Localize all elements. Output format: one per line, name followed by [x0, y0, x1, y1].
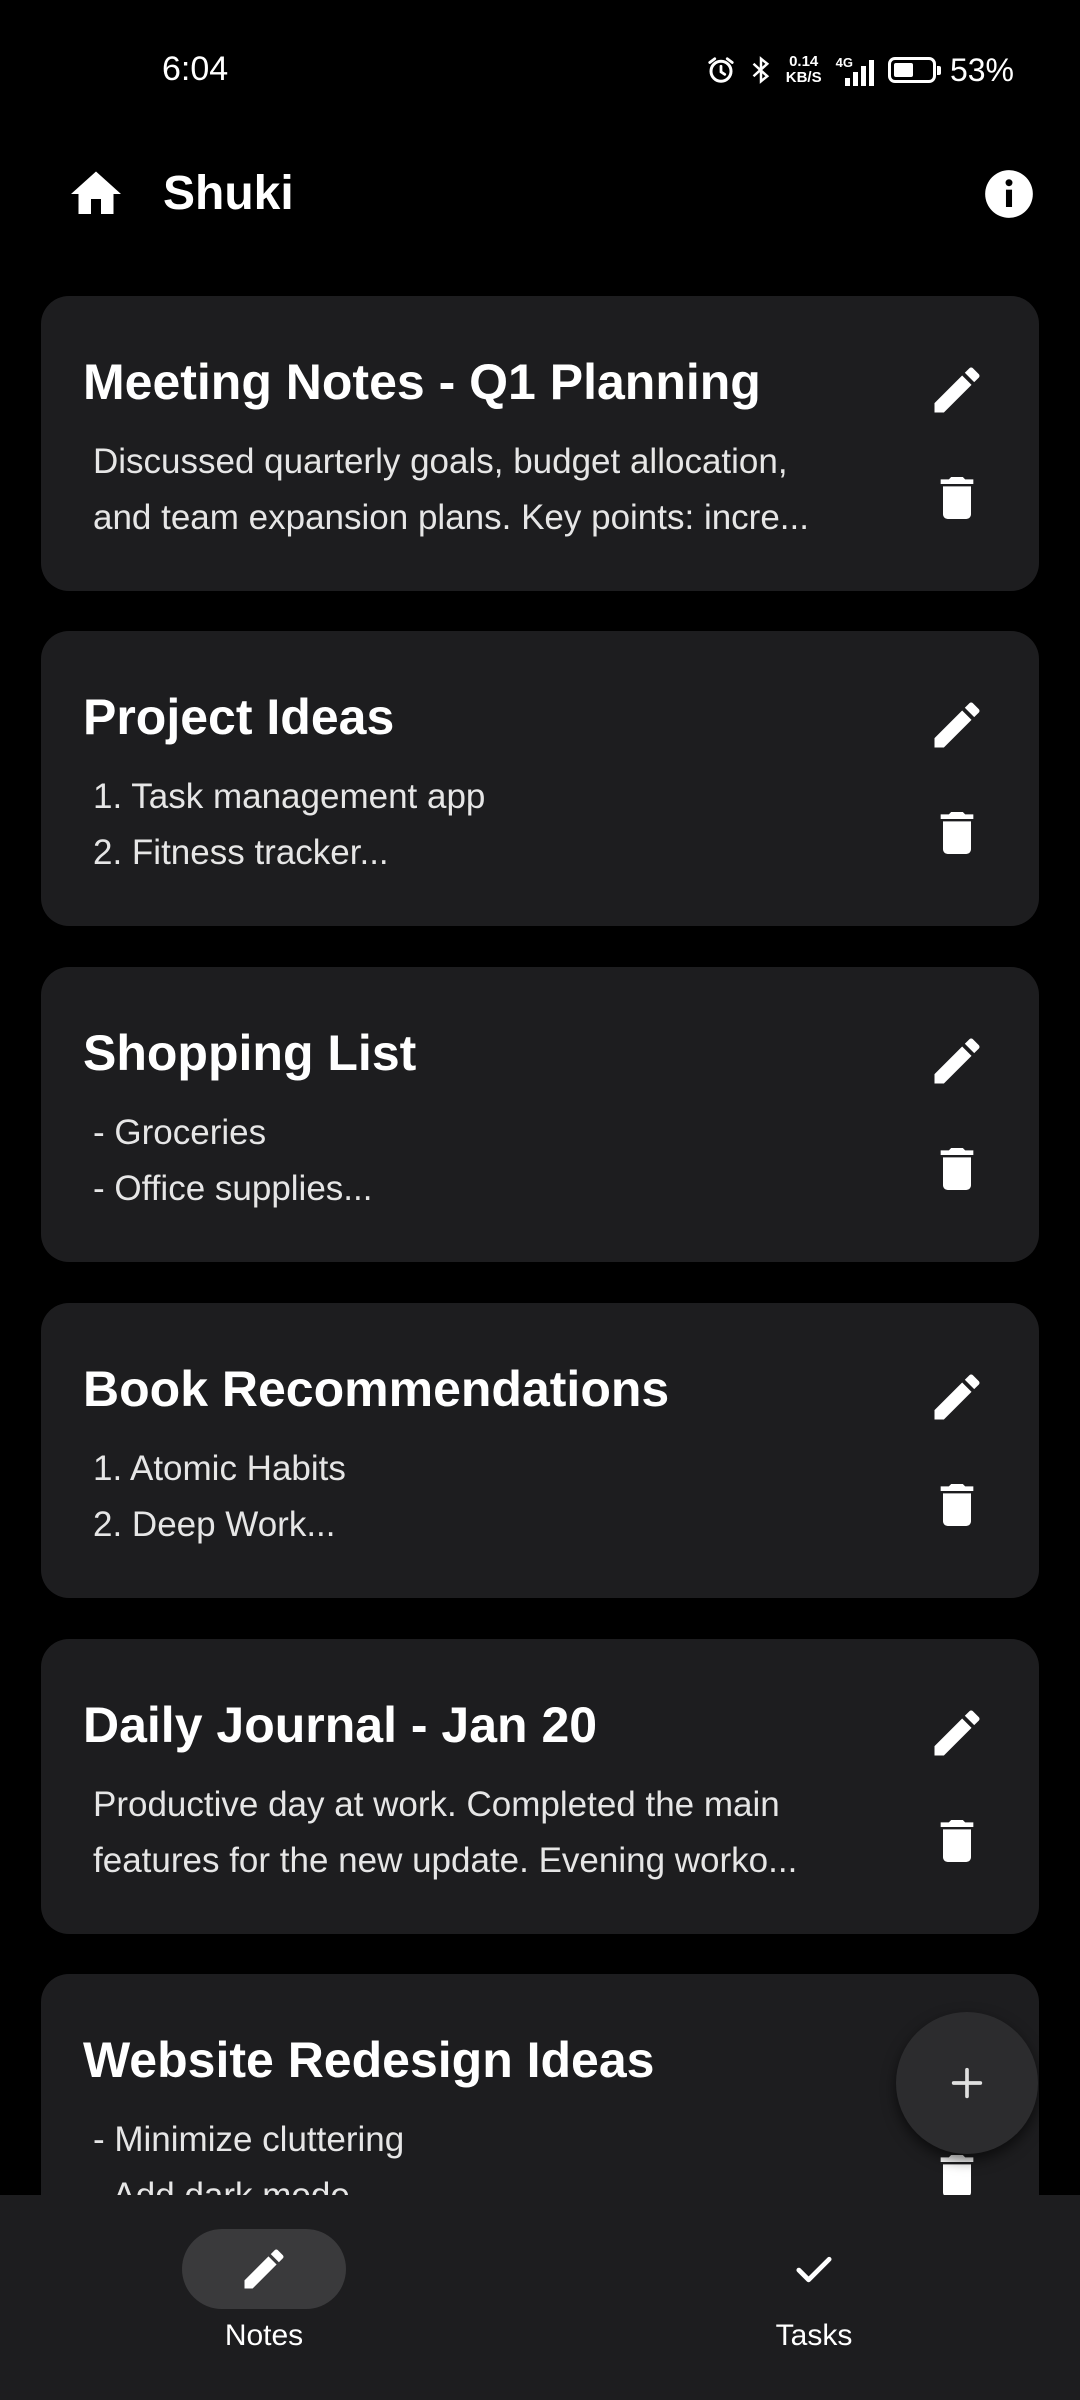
note-preview-line: 2. Deep Work...: [93, 1505, 336, 1544]
nav-label-tasks: Tasks: [775, 2319, 853, 2352]
nav-item-notes[interactable]: Notes: [114, 2229, 414, 2353]
delete-icon[interactable]: [929, 466, 985, 530]
edit-icon[interactable]: [927, 695, 987, 755]
note-preview-line: 2. Fitness tracker...: [93, 833, 389, 872]
home-icon[interactable]: [66, 164, 126, 224]
info-icon[interactable]: [983, 168, 1035, 220]
note-preview-line: 1. Atomic Habits: [93, 1449, 346, 1488]
note-title: Shopping List: [83, 1025, 417, 1081]
note-preview-line: and team expansion plans. Key points: in…: [93, 498, 809, 537]
note-preview: Productive day at work. Completed the ma…: [93, 1777, 893, 1889]
edit-icon[interactable]: [927, 1703, 987, 1763]
note-preview-line: features for the new update. Evening wor…: [93, 1841, 798, 1880]
delete-icon[interactable]: [929, 1137, 985, 1201]
delete-icon[interactable]: [929, 801, 985, 865]
note-title: Meeting Notes - Q1 Planning: [83, 354, 761, 410]
add-note-button[interactable]: [896, 2012, 1038, 2154]
nav-indicator: [732, 2229, 896, 2309]
note-preview-line: Discussed quarterly goals, budget alloca…: [93, 442, 788, 481]
app-bar: Shuki: [0, 150, 1080, 240]
nav-item-tasks[interactable]: Tasks: [664, 2229, 964, 2353]
bottom-nav: Notes Tasks: [0, 2195, 1080, 2400]
note-preview: - Groceries - Office supplies...: [93, 1105, 893, 1217]
plus-icon: [951, 2067, 983, 2099]
note-card[interactable]: Website Redesign Ideas - Minimize clutte…: [41, 1974, 1039, 2195]
edit-icon[interactable]: [927, 1367, 987, 1427]
note-preview: 1. Task management app 2. Fitness tracke…: [93, 769, 893, 881]
note-preview: - Minimize cluttering - Add dark mode: [93, 2112, 893, 2195]
note-preview-line: Productive day at work. Completed the ma…: [93, 1785, 780, 1824]
note-preview-line: - Groceries: [93, 1113, 267, 1152]
note-preview-line: 1. Task management app: [93, 777, 486, 816]
note-card[interactable]: Book Recommendations 1. Atomic Habits 2.…: [41, 1303, 1039, 1598]
note-preview: Discussed quarterly goals, budget alloca…: [93, 434, 893, 546]
note-card[interactable]: Project Ideas 1. Task management app 2. …: [41, 631, 1039, 926]
nav-indicator: [182, 2229, 346, 2309]
edit-icon[interactable]: [927, 360, 987, 420]
nav-label-notes: Notes: [224, 2319, 304, 2352]
app-title: Shuki: [163, 167, 294, 220]
notes-list[interactable]: Meeting Notes - Q1 Planning Discussed qu…: [0, 0, 1080, 2195]
note-title: Project Ideas: [83, 689, 395, 745]
note-preview-line: - Minimize cluttering: [93, 2120, 405, 2159]
note-card[interactable]: Daily Journal - Jan 20 Productive day at…: [41, 1639, 1039, 1934]
note-title: Book Recommendations: [83, 1361, 670, 1417]
note-title: Daily Journal - Jan 20: [83, 1697, 598, 1753]
pencil-icon: [244, 2249, 284, 2289]
edit-icon[interactable]: [927, 1031, 987, 1091]
check-icon: [796, 2256, 832, 2283]
note-card[interactable]: Meeting Notes - Q1 Planning Discussed qu…: [41, 296, 1039, 591]
note-preview-line: - Office supplies...: [93, 1169, 373, 1208]
delete-icon[interactable]: [929, 1809, 985, 1873]
note-title: Website Redesign Ideas: [83, 2032, 655, 2088]
note-preview-line: - Add dark mode: [93, 2168, 893, 2195]
note-preview: 1. Atomic Habits 2. Deep Work...: [93, 1441, 893, 1553]
note-card[interactable]: Shopping List - Groceries - Office suppl…: [41, 967, 1039, 1262]
delete-icon[interactable]: [929, 1473, 985, 1537]
